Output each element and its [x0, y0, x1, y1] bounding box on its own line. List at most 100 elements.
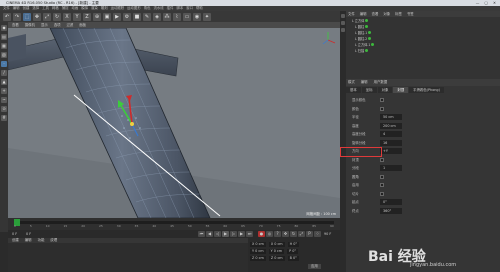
play-icon[interactable]: ▶ [222, 231, 229, 237]
array-icon[interactable]: ⁂ [163, 12, 171, 21]
x-axis-icon[interactable]: X [63, 12, 71, 21]
cube-icon[interactable]: ■ [133, 12, 141, 21]
attribute-row[interactable]: 显示颜色 [352, 97, 384, 103]
next-frame-icon[interactable]: ▷ [230, 231, 237, 237]
object-row[interactable]: L 扫描 [355, 49, 370, 54]
light-icon[interactable]: ✦ [203, 12, 211, 21]
menu-item[interactable]: 雕刻 [101, 6, 108, 10]
tab-3[interactable]: 封顶 [393, 87, 409, 93]
object-menu-item[interactable]: 书签 [407, 12, 414, 16]
tab-2[interactable]: 对象 [377, 87, 393, 93]
object-row[interactable]: L 圆柱.1 [355, 31, 373, 36]
visibility-dot-icon[interactable] [368, 31, 372, 34]
attribute-menu-item[interactable]: 编辑 [361, 80, 368, 84]
menu-item[interactable]: 编辑 [13, 6, 20, 10]
menu-item[interactable]: 插件 [167, 6, 174, 10]
menu-item[interactable]: 运动图形 [127, 6, 141, 10]
viewport-menu-item[interactable]: 查看 [12, 23, 19, 27]
menu-item[interactable]: 渲染 [91, 6, 98, 10]
rotate-icon[interactable]: ↻ [53, 12, 61, 21]
scale-key-icon[interactable]: ⤢ [298, 231, 305, 237]
prev-key-icon[interactable]: ◀ [206, 231, 213, 237]
scale-icon[interactable]: ⤢ [43, 12, 51, 21]
coord-system-icon[interactable]: ⊕ [93, 12, 101, 21]
apply-button[interactable]: 应用 [308, 264, 321, 269]
menu-item[interactable]: 窗口 [186, 6, 193, 10]
snap-icon[interactable]: ⊙ [1, 106, 7, 112]
material-menu-item[interactable]: 编辑 [25, 238, 32, 242]
timeline[interactable]: 0 5 10 15 20 25 30 35 40 45 50 55 60 65 70 75 80 85 90 [8, 218, 340, 230]
tab-0[interactable]: 基本 [346, 87, 361, 93]
y-axis-icon[interactable]: Y [73, 12, 81, 21]
move-key-icon[interactable]: ✥ [282, 231, 289, 237]
viewport-menu-item[interactable]: 摄像机 [25, 23, 35, 27]
rotate-key-icon[interactable]: ↻ [290, 231, 297, 237]
goto-start-icon[interactable]: ⏮ [198, 231, 205, 237]
attribute-value[interactable]: 360° [380, 207, 402, 214]
tweak-mode-icon[interactable]: ~ [1, 97, 7, 103]
material-menu-item[interactable]: 纹理 [50, 238, 57, 242]
attribute-row[interactable]: 启用 [352, 182, 384, 188]
attribute-menu-item[interactable]: 用户数据 [374, 80, 388, 84]
attribute-value[interactable]: 0° [380, 199, 402, 205]
menu-item[interactable]: 运动跟踪 [111, 6, 125, 10]
deformer-icon[interactable]: ⌇ [173, 12, 181, 21]
attribute-value[interactable]: 50 cm [380, 114, 402, 120]
visibility-dot-icon[interactable] [365, 19, 369, 22]
visibility-dot-icon[interactable] [365, 25, 369, 28]
content-browser-tab-icon[interactable] [341, 21, 345, 25]
menu-item[interactable]: 脚本 [176, 6, 183, 10]
attribute-menu-item[interactable]: 模式 [348, 80, 355, 84]
lock-workplane-icon[interactable]: # [1, 115, 7, 121]
current-frame[interactable]: 0 F [12, 230, 17, 238]
attribute-row[interactable]: 半径 50 cm [352, 114, 402, 120]
object-row[interactable]: L 圆柱 [355, 25, 370, 30]
next-key-icon[interactable]: ▶ [238, 231, 245, 237]
pen-icon[interactable]: ✎ [143, 12, 151, 21]
viewport-scene[interactable] [8, 28, 340, 218]
attribute-row[interactable]: 高度分段 4 [352, 131, 402, 137]
coord-row-x[interactable]: X 0 cm X 0 cm H 0° [250, 242, 302, 247]
z-axis-icon[interactable]: Z [83, 12, 91, 21]
attribute-row[interactable]: 旋转分段 16 [352, 139, 402, 146]
attribute-value[interactable]: 1 [380, 165, 402, 171]
viewport-menu-item[interactable]: 面板 [79, 23, 86, 27]
visibility-dot-icon[interactable] [371, 43, 375, 46]
viewport-menu-item[interactable]: 显示 [41, 23, 48, 27]
attribute-row[interactable]: 封顶 [352, 157, 384, 163]
edges-mode-icon[interactable]: / [1, 70, 7, 76]
param-key-icon[interactable]: P [306, 231, 313, 237]
record-icon[interactable]: ● [258, 231, 265, 237]
keyframe-sel-icon[interactable]: ? [274, 231, 281, 237]
object-row[interactable]: L 立方体.1 [355, 43, 376, 48]
start-frame[interactable]: 0 F [26, 230, 31, 238]
attribute-row[interactable]: 分段 1 [352, 165, 402, 171]
menu-item[interactable]: 动画 [71, 6, 78, 10]
redo-icon[interactable]: ↷ [13, 12, 21, 21]
menu-item[interactable]: 文件 [3, 6, 10, 10]
attribute-row[interactable]: 切片 [352, 191, 384, 197]
material-menu-item[interactable]: 创建 [12, 238, 19, 242]
axis-mode-icon[interactable]: + [1, 88, 7, 94]
live-select-icon[interactable]: ⬚ [23, 12, 31, 21]
attribute-row[interactable]: 终点 360° [352, 207, 402, 214]
object-row[interactable]: L 圆柱.2 [355, 37, 373, 42]
floor-icon[interactable]: ▭ [183, 12, 191, 21]
undo-icon[interactable]: ↶ [3, 12, 11, 21]
menu-item[interactable]: 选择 [32, 6, 39, 10]
menu-item[interactable]: 创建 [23, 6, 30, 10]
menu-item[interactable]: 模拟 [81, 6, 88, 10]
attribute-checkbox[interactable] [380, 183, 384, 187]
attribute-row[interactable]: 颜色 [352, 106, 384, 112]
coord-row-y[interactable]: Y 0 cm Y 0 cm P 0° [250, 249, 301, 254]
attribute-row[interactable]: 圆角 [352, 174, 384, 180]
attribute-value[interactable]: 16 [380, 139, 402, 146]
viewport-menu-item[interactable]: 过滤 [67, 23, 74, 27]
menu-item[interactable]: 帮助 [196, 6, 203, 10]
attribute-row[interactable]: 高度 200 cm [352, 122, 402, 129]
visibility-dot-icon[interactable] [365, 49, 369, 52]
attribute-checkbox[interactable] [380, 174, 384, 179]
tab-4[interactable]: 平滑着色(Phong) [409, 87, 444, 93]
end-frame[interactable]: 90 F [324, 230, 331, 238]
attribute-value[interactable]: 4 [380, 131, 402, 137]
